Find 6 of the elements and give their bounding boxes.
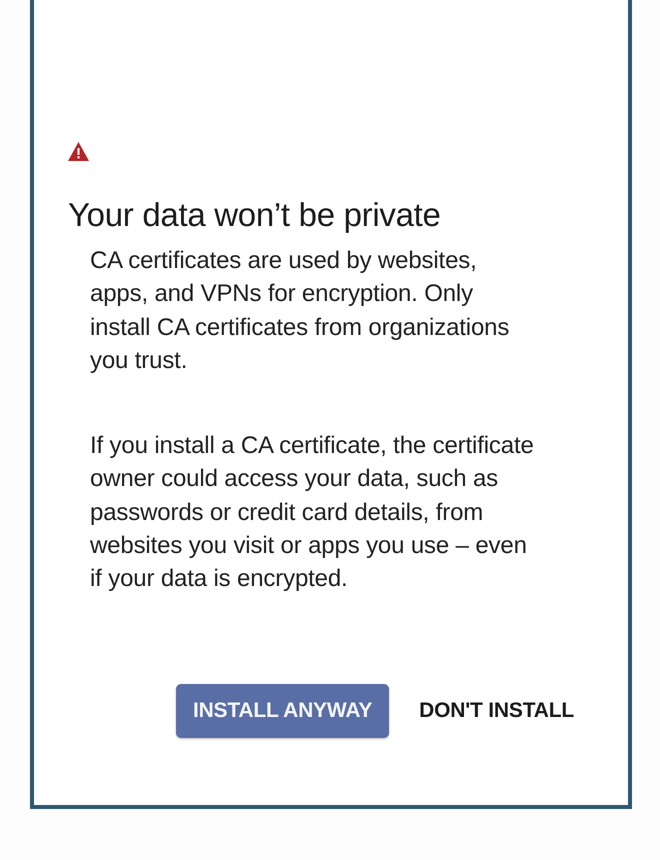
install-anyway-button[interactable]: INSTALL ANYWAY [176, 684, 390, 738]
warning-paragraph: CA certificates are used by websites, apps, and VPNs for encryption. Only install CA certificates from organizations you trust. [90, 246, 510, 376]
warning-paragraph: If you install a CA certificate, the certificate owner could access your data, such as passwords or credit card details, from websites you visit or apps you use – even if your data is encrypted. [90, 431, 535, 594]
dont-install-button[interactable]: DON'T INSTALL [411, 684, 582, 738]
dialog-title: Your data won’t be private [68, 196, 442, 234]
warning-icon [68, 141, 89, 162]
